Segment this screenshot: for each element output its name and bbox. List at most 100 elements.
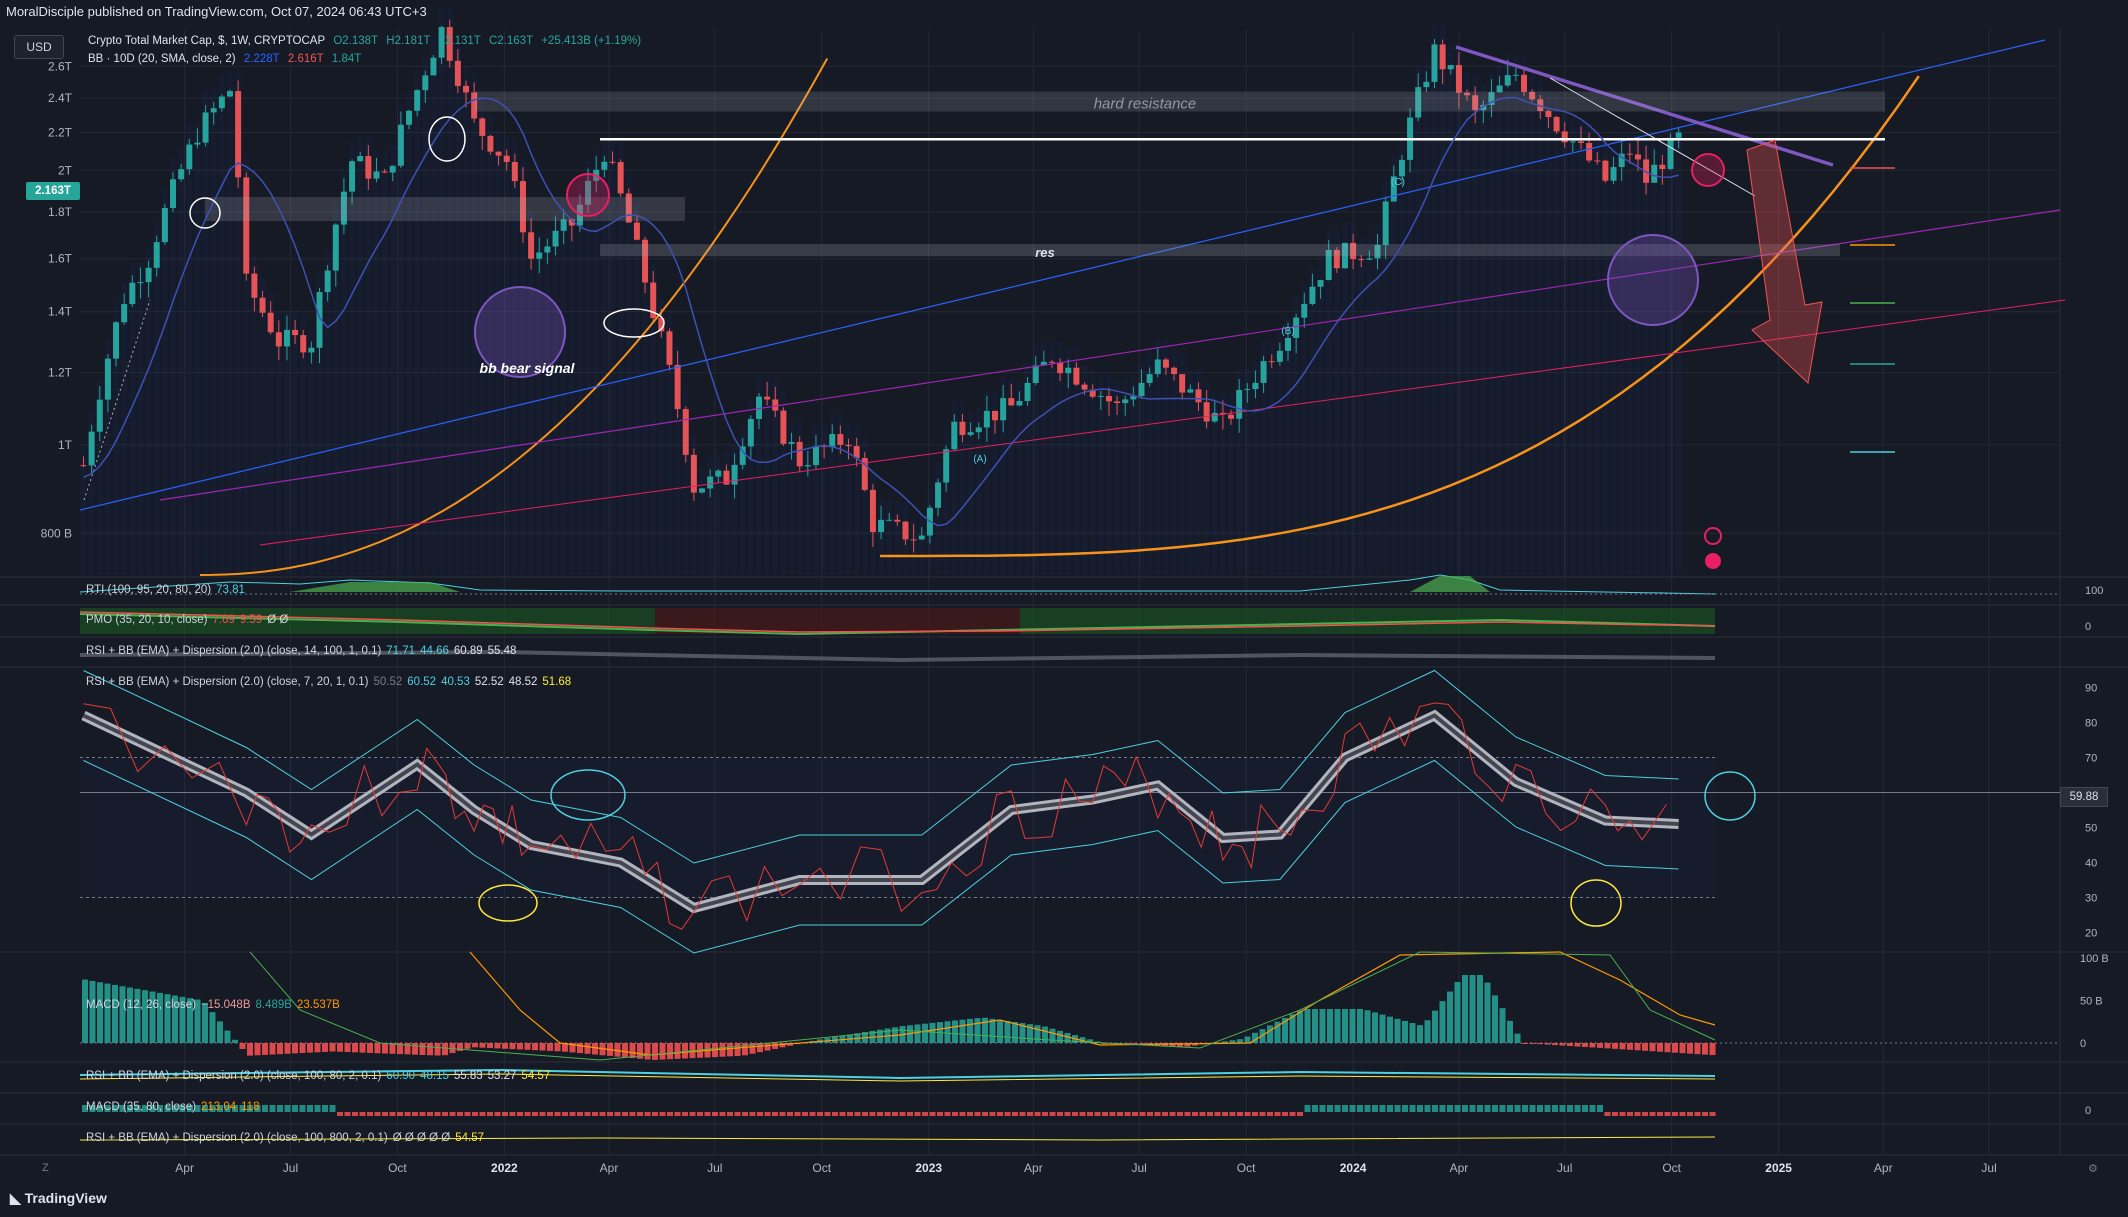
macd2-histogram-bar	[1424, 1105, 1431, 1112]
bg-stripe	[324, 250, 331, 575]
bg-stripe	[235, 71, 242, 575]
macd2-axis-label: 0	[2085, 1105, 2091, 1117]
macd-histogram-bar	[1559, 1043, 1566, 1046]
x-tick-label: Jul	[707, 1161, 722, 1175]
macd-histogram-bar	[1267, 1025, 1273, 1043]
macd2-histogram-bar	[314, 1105, 321, 1112]
rsi-axis-label: 80	[2085, 718, 2097, 730]
macd-histogram-bar	[1357, 1009, 1363, 1043]
macd-histogram-bar	[734, 1043, 741, 1057]
macd2-histogram-bar	[419, 1112, 426, 1116]
macd2-histogram-bar	[1214, 1112, 1221, 1116]
macd2-histogram-bar	[1612, 1112, 1618, 1116]
macd-histogram-bar	[547, 1043, 553, 1051]
rsi1-legend: RSI + BB (EMA) + Dispersion (2.0) (close…	[86, 645, 521, 657]
bg-stripe	[1293, 297, 1300, 575]
bg-stripe	[1537, 79, 1544, 575]
macd-histogram-bar	[1409, 1023, 1416, 1043]
bg-stripe	[1398, 139, 1405, 575]
macd-histogram-bar	[127, 987, 133, 1043]
y-tick-label: 2.6T	[48, 59, 73, 73]
macd-histogram-bar	[502, 1043, 508, 1049]
macd-histogram-bar	[532, 1043, 538, 1051]
bg-stripe	[1089, 369, 1096, 575]
bg-stripe	[1122, 379, 1129, 575]
macd-histogram-bar	[1297, 1010, 1303, 1043]
bg-stripe	[747, 399, 754, 575]
macd2-histogram-bar	[997, 1112, 1003, 1116]
bg-stripe	[585, 160, 592, 575]
macd-histogram-bar	[1597, 1043, 1603, 1048]
bg-stripe	[910, 519, 917, 575]
macd-histogram-bar	[1034, 1025, 1041, 1043]
macd2-histogram-bar	[404, 1112, 411, 1116]
macd-histogram-bar	[1687, 1043, 1693, 1054]
macd-histogram-bar	[209, 1012, 216, 1043]
macd-histogram-bar	[622, 1043, 628, 1058]
chart-canvas[interactable]: Apr Jul Oct 2022 Apr Jul Oct 2023 Apr Jul Oct 2024 A…	[0, 0, 2128, 1217]
macd-histogram-bar	[359, 1043, 366, 1053]
x-tick-label: Apr	[1874, 1161, 1893, 1175]
event-icon-1	[1704, 527, 1722, 545]
rsi2-v1: 60.52	[407, 676, 437, 688]
x-tick-label: Jul	[283, 1161, 298, 1175]
macd2-histogram-bar	[487, 1112, 493, 1116]
macd2-v0: 213.04	[200, 1101, 237, 1113]
bg-stripe	[1390, 156, 1397, 575]
macd2-histogram-bar	[1184, 1112, 1191, 1116]
macd-histogram-bar	[224, 1030, 231, 1043]
bg-stripe	[1407, 97, 1414, 575]
bg-stripe	[1602, 140, 1609, 575]
bg-stripe	[625, 173, 632, 575]
bg-stripe	[88, 411, 95, 575]
pmo-axis-label: 0	[2085, 621, 2091, 633]
macd-histogram-bar	[329, 1043, 336, 1052]
macd2-histogram-bar	[712, 1112, 718, 1116]
gear-icon[interactable]: ⚙	[2088, 1162, 2098, 1175]
macd-histogram-bar	[1619, 1043, 1626, 1050]
bg-stripe	[1341, 222, 1348, 575]
bg-stripe	[536, 232, 543, 575]
bg-stripe	[642, 219, 649, 575]
macd2-histogram-bar	[472, 1112, 478, 1116]
bg-stripe	[186, 124, 193, 576]
bg-stripe	[1455, 45, 1462, 575]
macd-histogram-bar	[929, 1022, 936, 1043]
bg-stripe	[812, 426, 819, 575]
macd2-histogram-bar	[892, 1112, 898, 1116]
tradingview-logo[interactable]: ◣ TradingView	[10, 1190, 107, 1207]
macd2-histogram-bar	[884, 1112, 891, 1116]
bg-stripe	[1146, 354, 1153, 575]
bb-legend-name: BB · 10D (20, SMA, close, 2)	[88, 53, 236, 65]
macd-histogram-bar	[629, 1043, 636, 1059]
macd-histogram-bar	[1582, 1043, 1588, 1047]
macd2-histogram-bar	[1709, 1112, 1716, 1116]
macd2-histogram-bar	[1199, 1112, 1206, 1116]
macd2-histogram-bar	[1042, 1112, 1048, 1116]
macd-histogram-bar	[1657, 1043, 1663, 1052]
bg-stripe	[983, 390, 990, 575]
tv-logo-icon: ◣	[10, 1190, 25, 1206]
macd-histogram-bar	[1702, 1043, 1708, 1055]
macd-histogram-bar	[1349, 1009, 1356, 1043]
macd2-histogram-bar	[614, 1112, 621, 1116]
currency-button[interactable]: USD	[14, 35, 64, 59]
zoom-icon[interactable]: Z	[42, 1162, 49, 1174]
macd-histogram-bar	[1537, 1043, 1543, 1045]
y-tick-label: 1T	[58, 438, 73, 452]
bg-stripe	[1016, 381, 1023, 575]
macd2-histogram-bar	[959, 1112, 966, 1116]
macd-histogram-bar	[134, 988, 141, 1043]
macd2-histogram-bar	[1154, 1112, 1161, 1116]
bg-stripe	[259, 277, 266, 575]
macd2-histogram-bar	[862, 1112, 868, 1116]
macd2-histogram-bar	[1169, 1112, 1176, 1116]
bg-stripe	[1105, 375, 1112, 575]
bg-stripe	[1545, 91, 1552, 575]
macd-histogram-bar	[577, 1043, 583, 1054]
macd-histogram-bar	[472, 1043, 478, 1048]
macd2-histogram-bar	[929, 1112, 936, 1116]
macd2-histogram-bar	[539, 1112, 546, 1116]
macd2-histogram-bar	[1484, 1105, 1491, 1112]
rsi4-v0: Ø Ø Ø Ø Ø	[392, 1132, 451, 1144]
